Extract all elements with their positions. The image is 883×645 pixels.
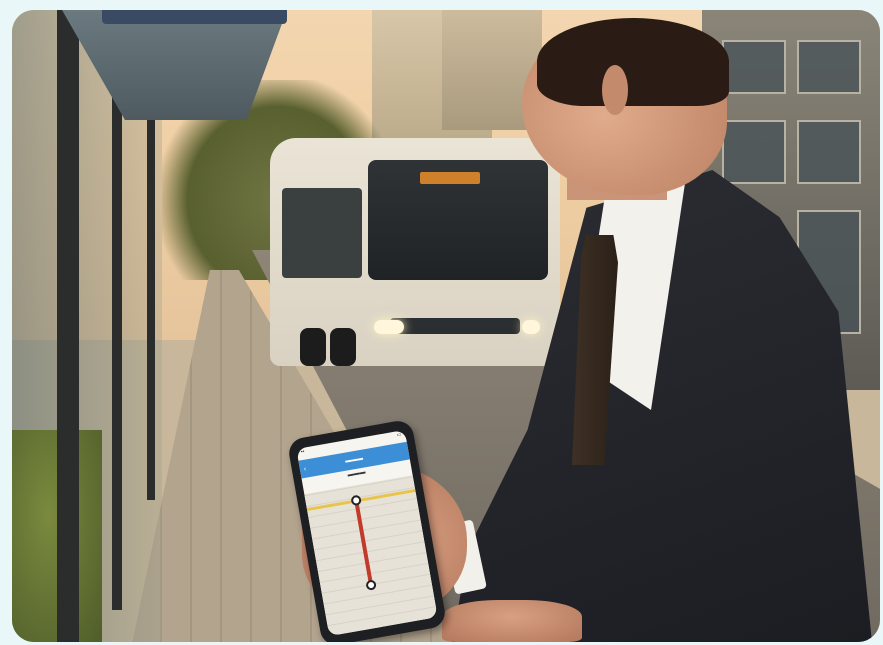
app-header-bar: ▬▬▬	[344, 455, 364, 465]
battery-icon: ▭	[396, 431, 402, 439]
route-map	[304, 475, 438, 637]
building-window	[797, 40, 861, 94]
phone-status-left: ▪▪	[300, 448, 305, 456]
back-arrow-icon: ‹	[303, 465, 307, 473]
route-stop-marker	[365, 579, 377, 591]
building-window	[722, 120, 786, 184]
ear	[602, 65, 628, 115]
bus-headlight	[522, 320, 540, 334]
bus-destination-display	[420, 172, 480, 184]
route-stop-marker	[350, 494, 362, 507]
bus-wheel	[330, 328, 356, 366]
shelter-sign	[102, 10, 287, 24]
hair	[537, 18, 729, 106]
building-window	[722, 40, 786, 94]
shelter-pole	[147, 120, 155, 500]
bus-wheel	[300, 328, 326, 366]
bus-side-window	[282, 188, 362, 278]
photo-frame: ▪▪ ▭ ‹ ▬▬▬ ▬▬▬	[12, 10, 880, 642]
shelter-pole	[112, 90, 122, 610]
city-bus	[270, 138, 560, 366]
shelter-pole	[57, 10, 79, 642]
lower-hand	[442, 600, 582, 642]
bus-headlight	[374, 320, 404, 334]
phone-screen: ▪▪ ▭ ‹ ▬▬▬ ▬▬▬	[296, 429, 438, 637]
bus-route-line	[353, 495, 374, 587]
building-window	[797, 120, 861, 184]
bus-grille	[390, 318, 520, 334]
